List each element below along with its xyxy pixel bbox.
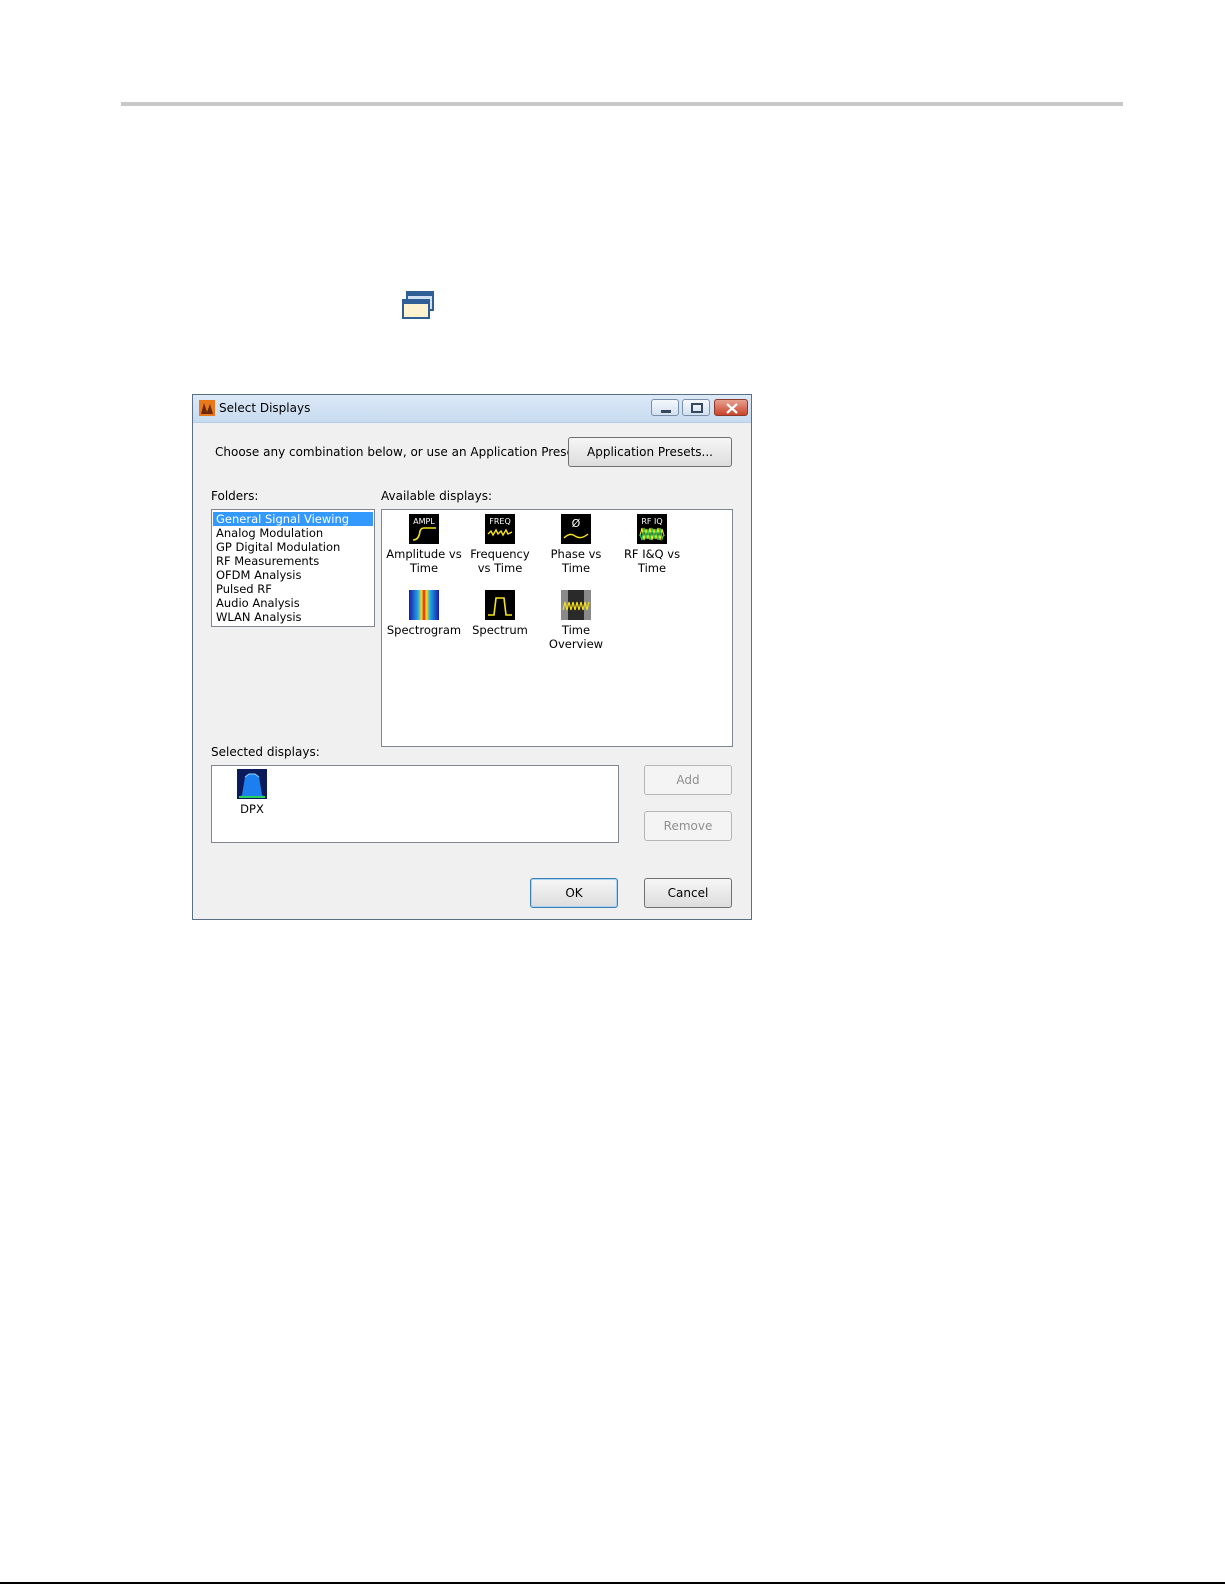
display-tile-spectrogram[interactable]: Spectrogram — [384, 590, 464, 637]
maximize-icon — [691, 403, 703, 413]
spectrum-icon — [485, 590, 515, 620]
phase-icon: Ø — [561, 514, 591, 544]
app-logo-icon — [199, 400, 215, 416]
folder-item-rf-measurements[interactable]: RF Measurements — [213, 554, 373, 568]
display-tile-spectrum[interactable]: Spectrum — [460, 590, 540, 637]
tile-label-line2: Overview — [548, 637, 604, 651]
folder-item-audio-analysis[interactable]: Audio Analysis — [213, 596, 373, 610]
display-tile-time-overview[interactable]: Time Overview — [536, 590, 616, 651]
rfiq-icon: RF IQ — [637, 514, 667, 544]
spectrogram-icon — [409, 590, 439, 620]
display-tile-rf-iq-vs-time[interactable]: RF IQ RF I&Q vs Time — [612, 514, 692, 575]
tile-label-line1: Amplitude vs — [386, 547, 462, 561]
tile-label-line1: Phase vs — [550, 547, 602, 561]
tile-label-line2: Time — [409, 561, 439, 575]
dialog-title: Select Displays — [219, 401, 311, 415]
svg-text:AMPL: AMPL — [413, 517, 435, 526]
display-tile-amplitude-vs-time[interactable]: AMPL Amplitude vs Time — [384, 514, 464, 575]
cancel-button[interactable]: Cancel — [644, 878, 732, 908]
display-tile-frequency-vs-time[interactable]: FREQ Frequency vs Time — [460, 514, 540, 575]
svg-text:Ø: Ø — [572, 517, 581, 530]
ampl-icon: AMPL — [409, 514, 439, 544]
selected-displays-list: DPX — [211, 765, 619, 843]
available-displays-list: AMPL Amplitude vs Time FREQ Frequency vs… — [381, 509, 733, 747]
add-button[interactable]: Add — [644, 765, 732, 795]
folder-item-analog-modulation[interactable]: Analog Modulation — [213, 526, 373, 540]
folders-list[interactable]: General Signal Viewing Analog Modulation… — [211, 509, 375, 627]
select-displays-toolbar-icon — [402, 291, 434, 319]
close-button[interactable] — [714, 399, 748, 416]
selected-tile-dpx[interactable]: DPX — [212, 769, 292, 816]
minimize-button[interactable] — [651, 399, 679, 416]
tile-label-line1: Spectrogram — [386, 623, 462, 637]
page-bottom-rule — [0, 1582, 1225, 1584]
tile-label-line1: Frequency — [470, 547, 530, 561]
folder-item-general-signal-viewing[interactable]: General Signal Viewing — [213, 512, 373, 526]
select-displays-dialog: Select Displays Choose any combination b… — [192, 394, 752, 920]
selected-displays-label: Selected displays: — [211, 745, 320, 759]
remove-button[interactable]: Remove — [644, 811, 732, 841]
maximize-button[interactable] — [682, 399, 710, 416]
tile-label-line1: Spectrum — [472, 623, 528, 637]
instruction-text: Choose any combination below, or use an … — [215, 445, 583, 459]
application-presets-button[interactable]: Application Presets... — [568, 437, 732, 467]
folder-item-wlan-analysis[interactable]: WLAN Analysis — [213, 610, 373, 624]
folder-item-gp-digital-modulation[interactable]: GP Digital Modulation — [213, 540, 373, 554]
selected-tile-label: DPX — [240, 802, 264, 816]
minimize-icon — [661, 410, 671, 413]
display-tile-phase-vs-time[interactable]: Ø Phase vs Time — [536, 514, 616, 575]
tile-label-line2: vs Time — [477, 561, 523, 575]
folders-label: Folders: — [211, 489, 259, 503]
page-top-rule — [121, 102, 1123, 106]
freq-icon: FREQ — [485, 514, 515, 544]
folder-item-ofdm-analysis[interactable]: OFDM Analysis — [213, 568, 373, 582]
dpx-icon — [237, 769, 267, 799]
svg-text:FREQ: FREQ — [489, 517, 511, 526]
folder-item-pulsed-rf[interactable]: Pulsed RF — [213, 582, 373, 596]
time-overview-icon — [561, 590, 591, 620]
tile-label-line1: Time — [561, 623, 591, 637]
tile-label-line2: Time — [637, 561, 667, 575]
svg-text:RF IQ: RF IQ — [641, 517, 662, 526]
tile-label-line1: RF I&Q vs — [623, 547, 681, 561]
available-displays-label: Available displays: — [381, 489, 493, 503]
close-icon — [726, 403, 738, 414]
dialog-titlebar[interactable]: Select Displays — [193, 395, 751, 423]
tile-label-line2: Time — [561, 561, 591, 575]
ok-button[interactable]: OK — [530, 878, 618, 908]
